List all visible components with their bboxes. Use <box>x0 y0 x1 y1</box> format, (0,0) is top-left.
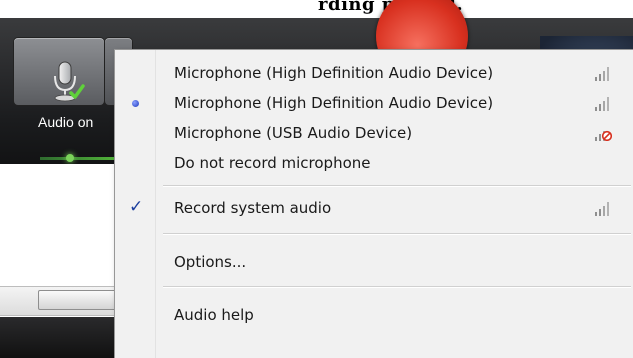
checkmark-icon: ✓ <box>129 197 144 217</box>
level-bars-icon <box>595 97 609 111</box>
menu-item-label: Microphone (USB Audio Device) <box>174 124 413 142</box>
audio-toggle-button[interactable] <box>14 38 104 105</box>
menu-item-do-not-record[interactable]: Do not record microphone <box>115 149 633 179</box>
microphone-check-icon <box>54 61 85 102</box>
radio-bullet-icon <box>132 100 139 107</box>
menu-item-label: Do not record microphone <box>174 154 371 172</box>
menu-item-microphone-hd-1[interactable]: Microphone (High Definition Audio Device… <box>115 59 633 89</box>
menu-separator <box>163 185 631 187</box>
level-bars-icon <box>595 67 609 81</box>
menu-item-label: Audio help <box>174 306 254 324</box>
menu-item-audio-help[interactable]: Audio help <box>115 301 633 331</box>
menu-separator <box>163 286 631 288</box>
audio-level-meter <box>40 157 120 160</box>
menu-item-label: Record system audio <box>174 199 332 217</box>
level-bars-icon <box>595 202 609 216</box>
audio-label: Audio on <box>38 114 94 130</box>
top-strip: rding paused. <box>0 0 633 18</box>
screen: rding paused. Audio on <box>0 0 633 358</box>
menu-item-record-system-audio[interactable]: ✓ Record system audio <box>115 194 633 224</box>
menu-item-label: Microphone (High Definition Audio Device… <box>174 64 494 82</box>
menu-item-label: Microphone (High Definition Audio Device… <box>174 94 494 112</box>
menu-item-microphone-usb[interactable]: Microphone (USB Audio Device) <box>115 119 633 149</box>
menu-item-label: Options... <box>174 253 247 271</box>
scrollbar-thumb[interactable] <box>38 290 122 310</box>
audio-level-indicator <box>66 154 74 162</box>
timeline-strip <box>0 317 120 358</box>
audio-source-menu: Microphone (High Definition Audio Device… <box>114 49 633 358</box>
level-bars-disabled-icon <box>595 130 612 141</box>
menu-item-microphone-hd-2[interactable]: Microphone (High Definition Audio Device… <box>115 89 633 119</box>
menu-item-options[interactable]: Options... <box>115 248 633 278</box>
menu-separator <box>163 233 631 235</box>
